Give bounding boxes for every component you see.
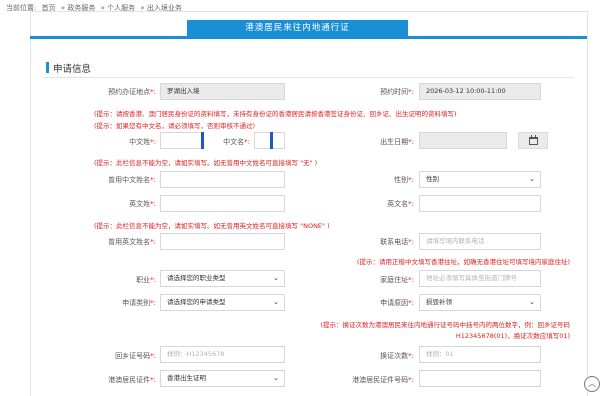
cn-name-label: 中文名*: xyxy=(223,138,250,146)
return-permit-label: 回乡证号码*: xyxy=(115,352,156,360)
appointment-time-field: 2026-03-12 10:00-11:00 xyxy=(419,83,541,100)
common-en-name-input[interactable] xyxy=(160,233,285,250)
en-name-label: 英文名*: xyxy=(387,200,414,208)
hint-address: (提示：请用正楷中文填写香港住址，如确无香港住址可填写境内家庭住址) xyxy=(356,258,570,266)
apply-type-label: 申请类别*: xyxy=(122,299,156,307)
common-cn-name-label: 曾用中文姓名*: xyxy=(108,176,156,184)
birth-date-input[interactable] xyxy=(419,132,507,149)
calendar-button[interactable] xyxy=(518,132,548,149)
section-divider xyxy=(44,77,574,78)
home-address-input[interactable]: 地址必须填写具体至街道门牌号 xyxy=(419,270,541,287)
header-divider xyxy=(30,36,587,39)
phone-input[interactable]: 请填写境内联系电话 xyxy=(419,233,541,250)
renewal-count-label: 换证次数*: xyxy=(380,352,414,360)
chevron-down-icon: ⌄ xyxy=(273,298,279,306)
hk-id-no-input[interactable] xyxy=(419,370,541,387)
section-accent xyxy=(46,62,49,73)
cn-surname-input[interactable] xyxy=(160,132,204,149)
hk-id-type-select[interactable]: 香港出生证明 ⌄ xyxy=(160,370,285,387)
hint-cn-name: (提示：此栏信息不能为空，请如实填写。如无曾用中文姓名可直接填写 "无" ) xyxy=(94,159,318,167)
appointment-place-label: 预约办证地点*: xyxy=(108,88,156,96)
phone-label: 联系电话*: xyxy=(380,238,414,246)
hint-renewal-2: H12345678(01)，换证次数应填写01) xyxy=(455,332,570,340)
cn-surname-marker xyxy=(201,132,204,149)
scroll-top-button[interactable]: ︿ xyxy=(584,376,600,392)
chevron-up-icon: ︿ xyxy=(588,379,596,388)
en-surname-input[interactable] xyxy=(160,195,285,212)
chevron-down-icon: ⌄ xyxy=(529,298,535,306)
appointment-place-field: 罗湖出入境 xyxy=(160,83,285,100)
cn-surname-label: 中文姓*: xyxy=(129,138,156,146)
gender-select[interactable]: 性别 ⌄ xyxy=(419,171,541,188)
apply-reason-select[interactable]: 损毁补领 ⌄ xyxy=(419,294,541,311)
common-en-name-label: 曾用英文姓名*: xyxy=(108,238,156,246)
apply-reason-label: 申请原因*: xyxy=(380,299,414,307)
hint-renewal-1: (提示：换证次数为港澳居民来往内地通行证号码中括号内的两位数字，例：回乡证号码 xyxy=(320,321,570,329)
hk-id-no-label: 港澳居民证件号码*: xyxy=(352,376,414,384)
appointment-time-label: 预约时间*: xyxy=(380,88,414,96)
chevron-down-icon: ⌄ xyxy=(529,175,535,183)
chevron-down-icon: ⌄ xyxy=(273,374,279,382)
hint-id-note-2: (提示：如果您有中文名，请必须填写，否则审核不通过) xyxy=(94,122,256,130)
occupation-select[interactable]: 请选择您的职业类型 ⌄ xyxy=(160,270,285,287)
birth-date-label: 出生日期*: xyxy=(380,138,414,146)
en-surname-label: 英文姓*: xyxy=(129,200,156,208)
return-permit-input[interactable]: 样例：H12345678 xyxy=(160,346,285,363)
renewal-count-input[interactable]: 样例：01 xyxy=(419,346,541,363)
occupation-label: 职业*: xyxy=(136,276,156,284)
page-title: 港澳居民来往内地通行证 xyxy=(187,20,408,36)
hk-id-type-label: 港澳居民证件*: xyxy=(108,376,156,384)
common-cn-name-input[interactable] xyxy=(160,171,285,188)
cn-name-marker xyxy=(270,132,273,149)
en-name-input[interactable] xyxy=(419,195,541,212)
hint-en-name: (提示：此栏信息不能为空，请如实填写。如无曾用英文姓名可直接填写 "NONE" … xyxy=(94,222,330,230)
hint-id-note-1: (提示：请按香港、澳门居民身份证的资料填写，未持有身份证的香港居民请按香港签证身… xyxy=(94,110,457,118)
apply-type-select[interactable]: 请选择您的申请类型 ⌄ xyxy=(160,294,285,311)
gender-label: 性别*: xyxy=(394,176,414,184)
chevron-down-icon: ⌄ xyxy=(273,274,279,282)
home-address-label: 家庭住址*: xyxy=(380,276,414,284)
section-title: 申请信息 xyxy=(53,64,92,75)
calendar-icon xyxy=(528,134,538,145)
